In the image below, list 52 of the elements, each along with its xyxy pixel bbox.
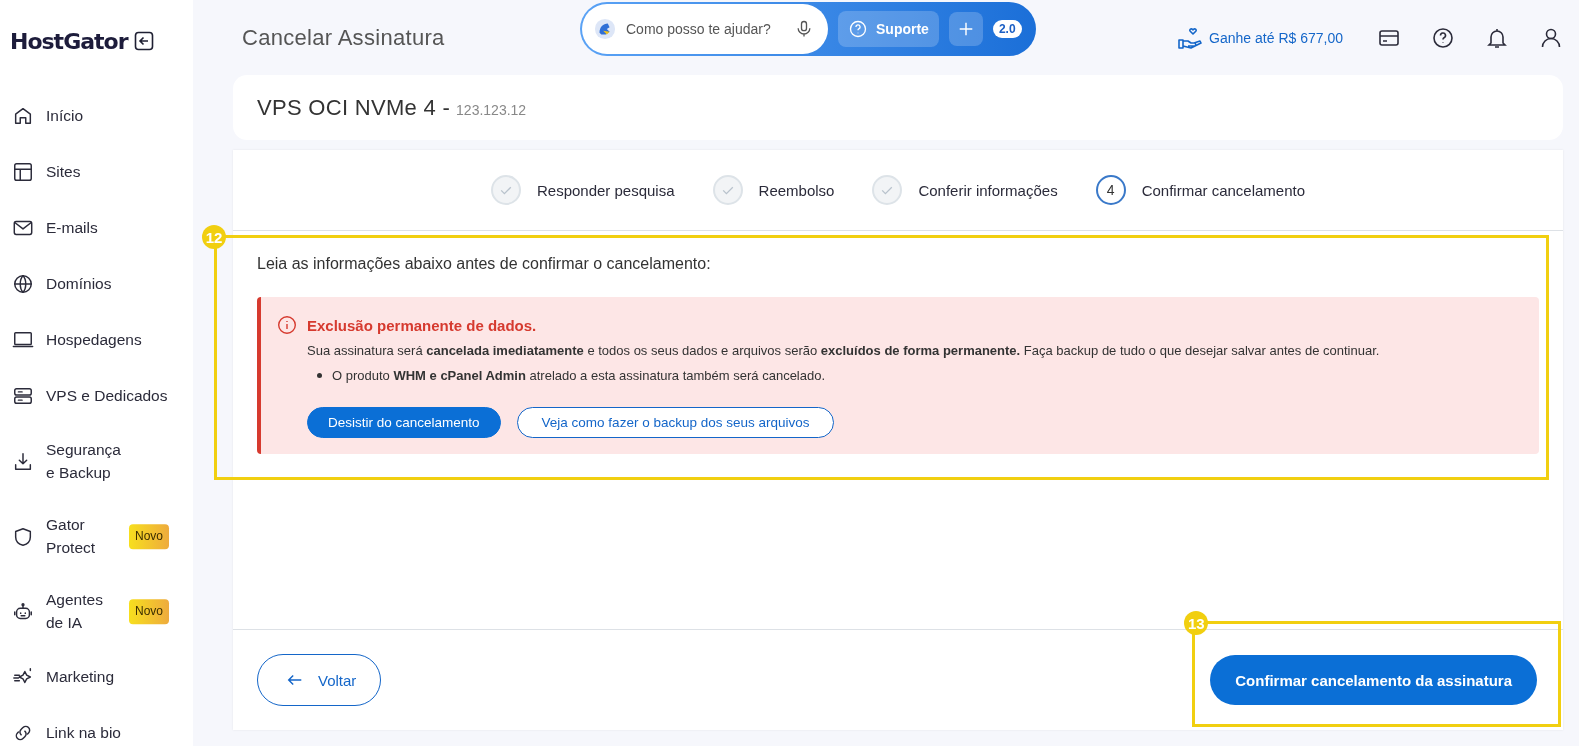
help-icon bbox=[848, 18, 868, 39]
add-button[interactable] bbox=[948, 11, 983, 46]
referral-link[interactable]: Ganhe até R$ 677,00 bbox=[1177, 25, 1343, 50]
sidebar-item[interactable]: Link na bio bbox=[0, 705, 193, 746]
backup-guide-button[interactable]: Veja como fazer o backup dos seus arquivos bbox=[516, 407, 835, 438]
info-icon bbox=[277, 315, 297, 335]
new-badge: Novo bbox=[129, 598, 169, 625]
bullet-text: O produto WHM e cPanel Admin atrelado a esta assinatura também será cancelado. bbox=[332, 368, 826, 383]
server-icon bbox=[12, 385, 34, 407]
step-label: Responder pesquisa bbox=[536, 181, 675, 199]
step-label: Conferir informações bbox=[918, 181, 1058, 199]
sidebar-item[interactable]: Sites bbox=[0, 144, 193, 200]
sidebar-item[interactable]: Agentes de IA Novo bbox=[0, 574, 193, 649]
step-label: Confirmar cancelamento bbox=[1141, 181, 1306, 199]
product-ip: 123.123.12 bbox=[456, 101, 527, 118]
sidebar-item[interactable]: Gator Protect Novo bbox=[0, 499, 193, 574]
collapse-icon[interactable] bbox=[133, 31, 154, 51]
logo: HostGator bbox=[10, 28, 128, 54]
sidebar-item[interactable]: Marketing bbox=[0, 649, 193, 705]
check-icon bbox=[872, 175, 903, 205]
sidebar-item[interactable]: Hospedagens bbox=[0, 312, 193, 368]
home-icon bbox=[12, 105, 34, 127]
step-label: Reembolso bbox=[758, 181, 835, 199]
check-icon bbox=[712, 175, 743, 205]
annotation-number: 12 bbox=[202, 225, 226, 249]
page-title: Cancelar Assinatura bbox=[242, 24, 446, 51]
back-button[interactable]: Voltar bbox=[257, 654, 382, 706]
version-badge: 2.0 bbox=[992, 19, 1022, 38]
hand-heart-icon bbox=[1177, 25, 1204, 50]
mascot-icon bbox=[594, 17, 616, 40]
check-icon bbox=[490, 175, 521, 205]
download-icon bbox=[12, 450, 34, 473]
search-field[interactable]: Como posso te ajudar? bbox=[582, 3, 828, 54]
intro-text: Leia as informações abaixo antes de confirmar o cancelamento: bbox=[257, 255, 712, 273]
confirm-cancel-button[interactable]: Confirmar cancelamento da assinatura bbox=[1210, 655, 1537, 705]
keep-subscription-button[interactable]: Desistir do cancelamento bbox=[307, 407, 501, 438]
annotation-number: 13 bbox=[1184, 611, 1209, 635]
shield-icon bbox=[12, 525, 34, 548]
alert-title: Exclusão permanente de dados. bbox=[307, 316, 537, 334]
globe-icon bbox=[12, 273, 34, 295]
alert-text: Sua assinatura será cancelada imediatamente e todos os seus dados e arquivos serão excluídos de forma permanente. Faça backup de tudo o que desejar salvar antes de continuar. bbox=[307, 343, 1381, 358]
sidebar-item[interactable]: Segurança e Backup bbox=[0, 424, 193, 499]
layout-icon bbox=[12, 161, 34, 183]
help-icon[interactable] bbox=[1431, 25, 1455, 50]
sidebar-item[interactable]: E-mails bbox=[0, 200, 193, 256]
new-badge: Novo bbox=[129, 523, 169, 550]
sidebar-item[interactable]: VPS e Dedicados bbox=[0, 368, 193, 424]
bullet-dot bbox=[317, 373, 322, 378]
step-number: 4 bbox=[1095, 175, 1126, 205]
sidebar-item[interactable]: Domínios bbox=[0, 256, 193, 312]
product-name: VPS OCI NVMe 4 - bbox=[257, 94, 451, 121]
sidebar-item[interactable]: Início bbox=[0, 88, 193, 144]
